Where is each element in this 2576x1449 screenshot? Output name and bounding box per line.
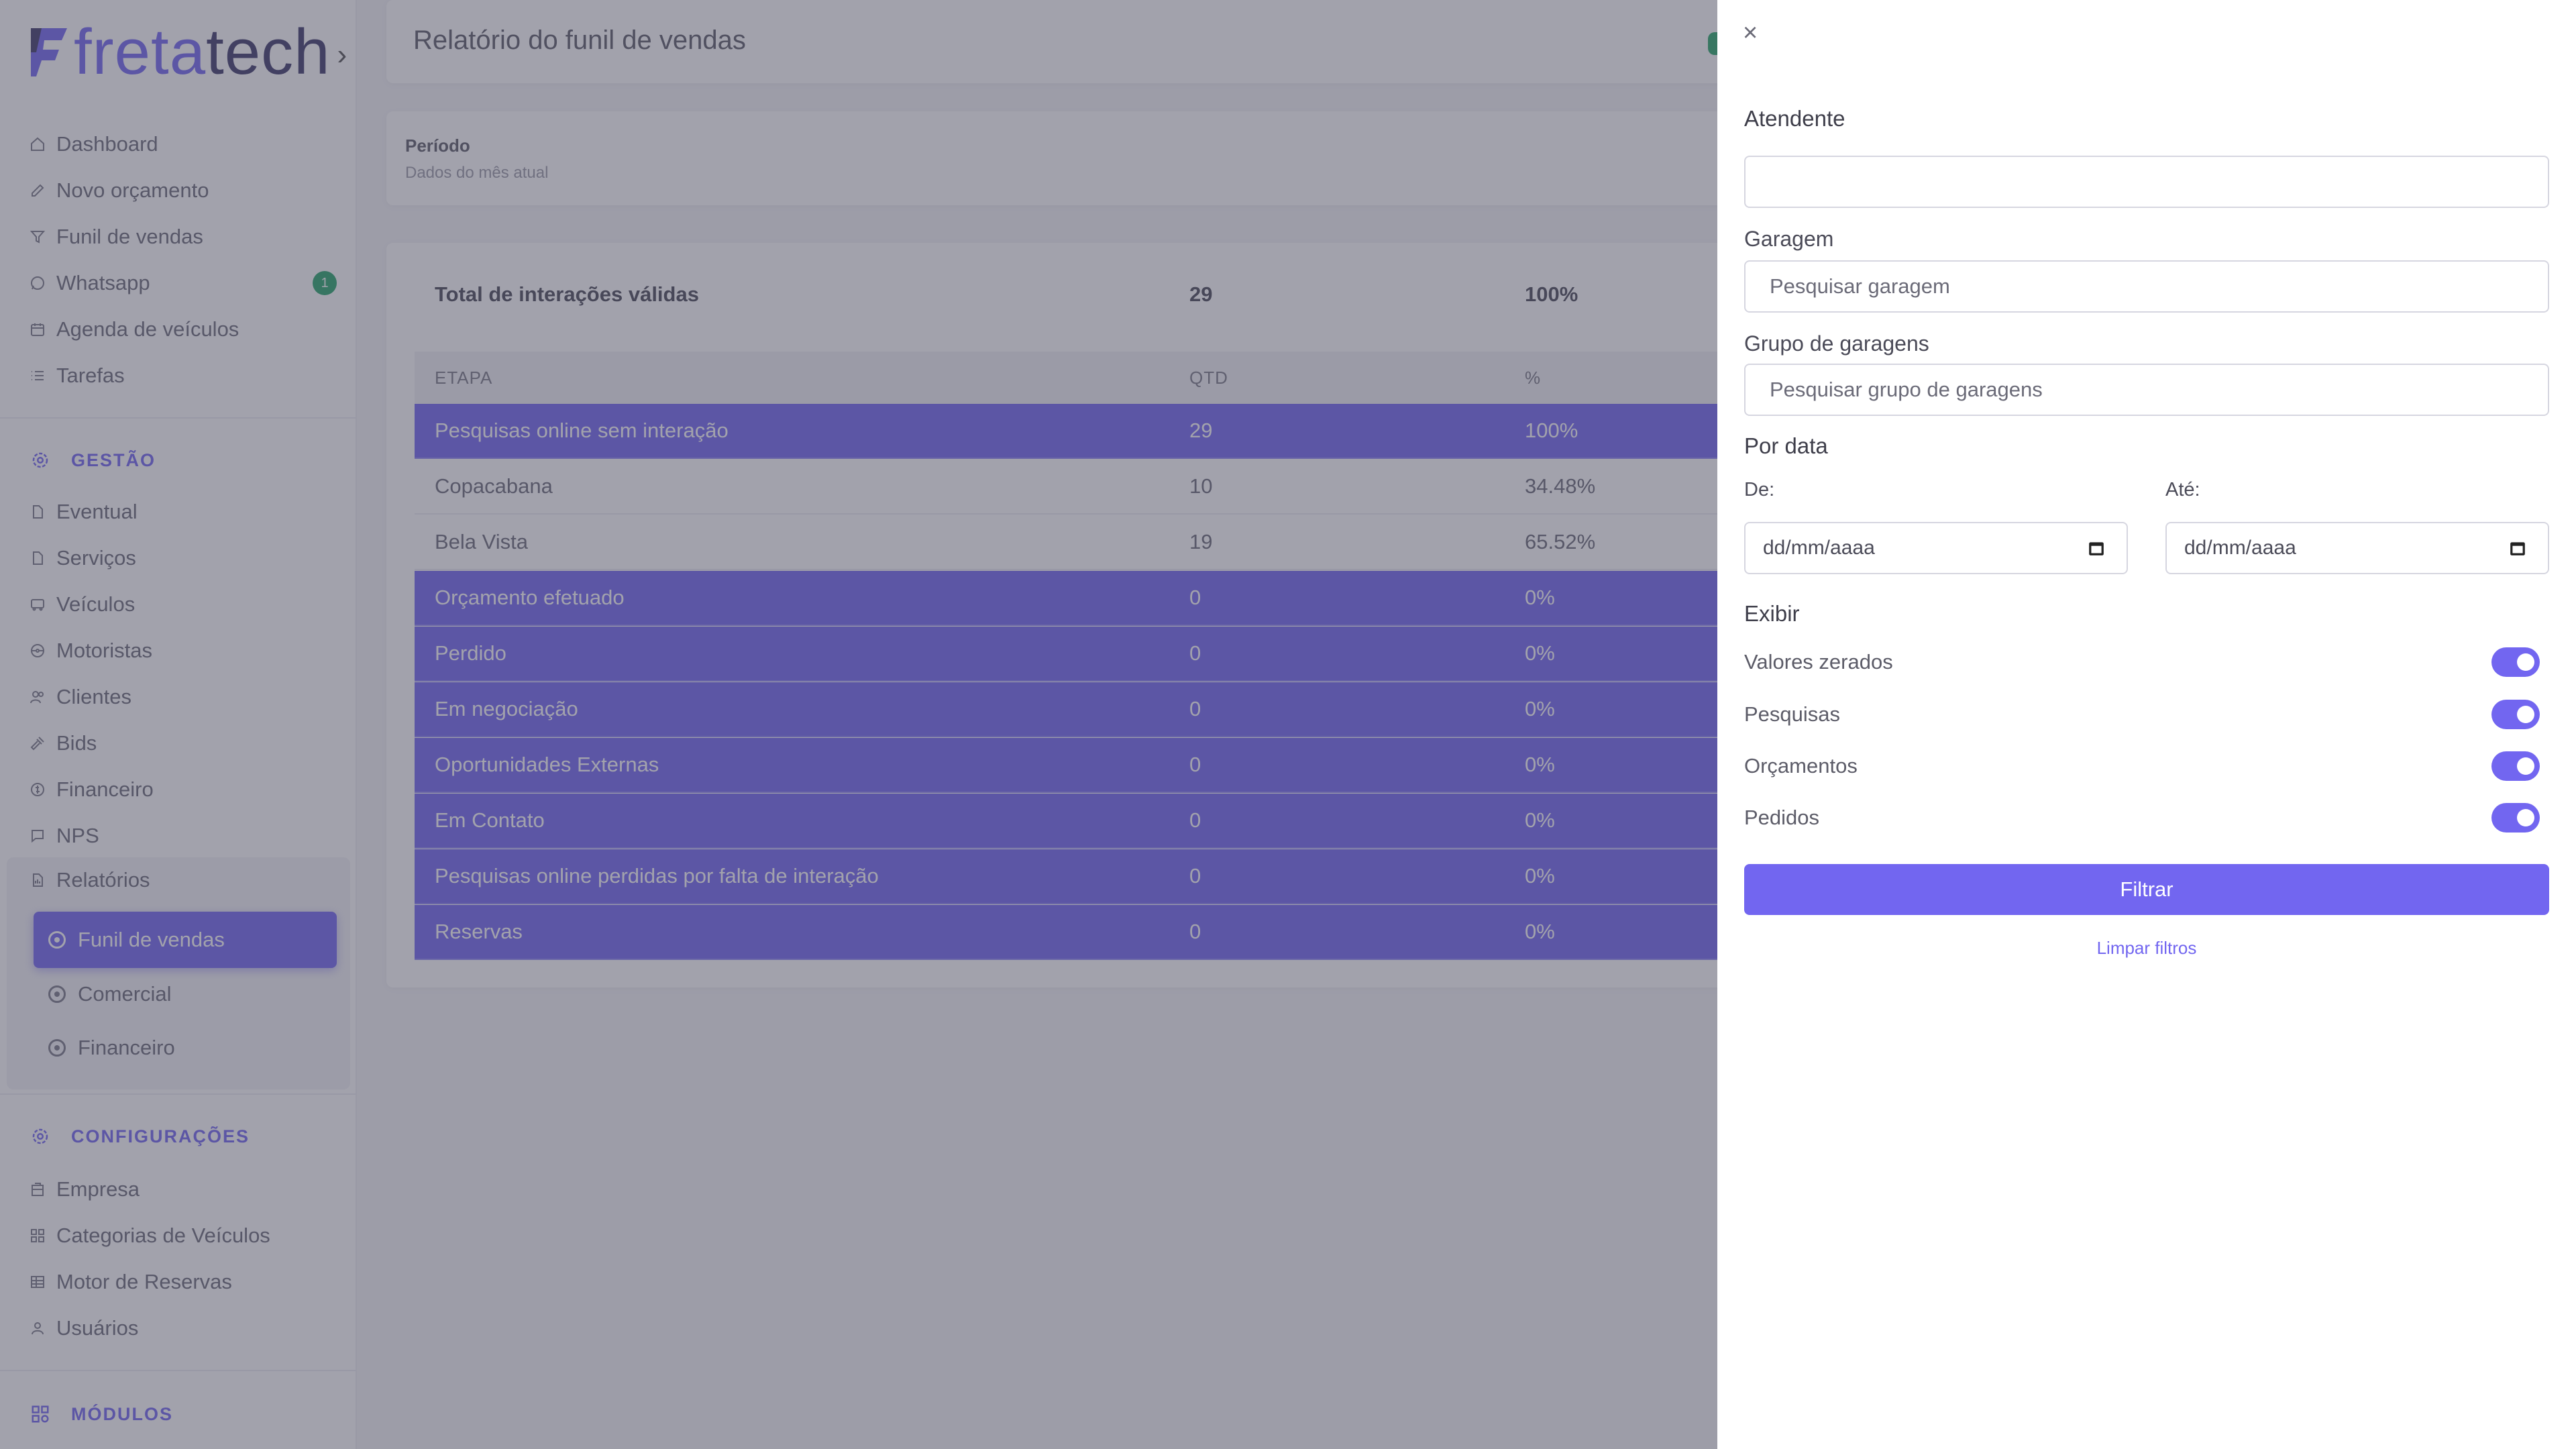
toggle-label: Valores zerados (1744, 650, 1893, 674)
toggle-orders: Pedidos (1744, 801, 2549, 835)
calendar-icon (2089, 542, 2104, 555)
clear-filters-link[interactable]: Limpar filtros (1744, 938, 2549, 959)
date-from-input[interactable]: dd/mm/aaaa (1744, 522, 2128, 574)
toggle-searches: Pesquisas (1744, 698, 2549, 731)
toggle-quotes: Orçamentos (1744, 749, 2549, 783)
garage-group-select[interactable]: Pesquisar grupo de garagens (1744, 364, 2549, 416)
attendant-label: Atendente (1744, 106, 1845, 131)
garage-group-label: Grupo de garagens (1744, 331, 1929, 356)
toggle-label: Orçamentos (1744, 754, 1858, 777)
toggle-zero-values: Valores zerados (1744, 645, 2549, 679)
garage-select[interactable]: Pesquisar garagem (1744, 260, 2549, 313)
modal-backdrop[interactable] (0, 0, 1717, 1449)
toggle-label: Pesquisas (1744, 702, 1841, 726)
toggle-label: Pedidos (1744, 806, 1820, 829)
calendar-icon (2510, 542, 2525, 555)
date-to-input[interactable]: dd/mm/aaaa (2165, 522, 2549, 574)
quotes-switch[interactable] (2491, 751, 2540, 781)
to-label: Até: (2165, 479, 2200, 500)
attendant-input[interactable] (1744, 156, 2549, 208)
by-date-label: Por data (1744, 433, 1828, 458)
from-label: De: (1744, 479, 1775, 500)
searches-switch[interactable] (2491, 700, 2540, 729)
show-label: Exibir (1744, 601, 1800, 626)
filter-button[interactable]: Filtrar (1744, 864, 2549, 915)
orders-switch[interactable] (2491, 803, 2540, 833)
filter-panel: × Atendente Garagem Pesquisar garagem Gr… (1717, 0, 2576, 1449)
garage-label: Garagem (1744, 227, 1834, 251)
zero-values-switch[interactable] (2491, 647, 2540, 677)
close-icon[interactable]: × (1743, 20, 1758, 46)
